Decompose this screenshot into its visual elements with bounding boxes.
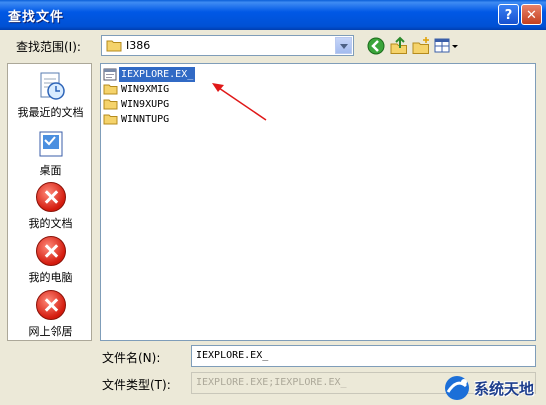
place-label: 网上邻居 — [28, 325, 73, 338]
window-title: 查找文件 — [8, 10, 65, 25]
watermark-text: 系统天地 — [474, 380, 535, 398]
look-in-combo[interactable]: I386 — [101, 35, 354, 56]
look-in-value: I386 — [126, 39, 151, 52]
filename-input[interactable]: IEXPLORE.EX_ — [191, 345, 536, 367]
error-icon — [35, 290, 66, 320]
file-icon — [103, 68, 117, 81]
recent-documents-icon — [40, 72, 65, 100]
places-bar: 我最近的文档 桌面 我的文档 我的电脑 网上邻居 — [7, 63, 92, 341]
place-label: 我的电脑 — [28, 271, 73, 284]
new-folder-icon[interactable] — [411, 36, 431, 56]
folder-icon — [103, 114, 118, 125]
place-label: 桌面 — [39, 164, 62, 177]
filename-label: 文件名(N): — [102, 351, 161, 365]
file-name: WIN9XUPG — [121, 99, 170, 110]
error-icon — [35, 182, 66, 212]
chevron-down-icon[interactable] — [335, 37, 352, 54]
folder-icon — [103, 84, 118, 95]
open-file-dialog: 查找文件 ? ✕ 查找范围(I): I386 我最近的文档 桌面 我的文档 我的… — [0, 0, 546, 405]
place-network[interactable]: 网上邻居 — [8, 290, 93, 339]
place-recent-documents[interactable]: 我最近的文档 — [8, 70, 93, 120]
folder-icon — [103, 99, 118, 110]
place-label: 我的文档 — [28, 217, 73, 230]
view-menu-icon[interactable] — [433, 36, 459, 56]
look-in-label: 查找范围(I): — [16, 40, 81, 54]
close-button[interactable]: ✕ — [521, 4, 542, 25]
error-icon — [35, 236, 66, 266]
back-arrow-icon[interactable] — [366, 36, 386, 56]
title-bar[interactable]: 查找文件 ? ✕ — [0, 0, 546, 30]
watermark: 系统天地 — [438, 370, 546, 405]
annotation-arrow — [212, 83, 267, 121]
file-name: IEXPLORE.EX_ — [119, 67, 196, 82]
file-list[interactable]: IEXPLORE.EX_ WIN9XMIG WIN9XUPG WINNTUPG — [100, 63, 536, 341]
place-desktop[interactable]: 桌面 — [8, 128, 93, 178]
place-my-computer[interactable]: 我的电脑 — [8, 236, 93, 285]
file-name: WINNTUPG — [121, 114, 170, 125]
help-button[interactable]: ? — [498, 4, 519, 25]
watermark-logo-icon — [445, 376, 469, 400]
place-my-documents[interactable]: 我的文档 — [8, 182, 93, 231]
filetype-label: 文件类型(T): — [102, 378, 171, 392]
up-folder-icon[interactable] — [389, 36, 409, 56]
file-name: WIN9XMIG — [121, 84, 170, 95]
desktop-icon — [39, 131, 62, 157]
place-label: 我最近的文档 — [17, 106, 84, 119]
folder-icon — [106, 40, 122, 52]
